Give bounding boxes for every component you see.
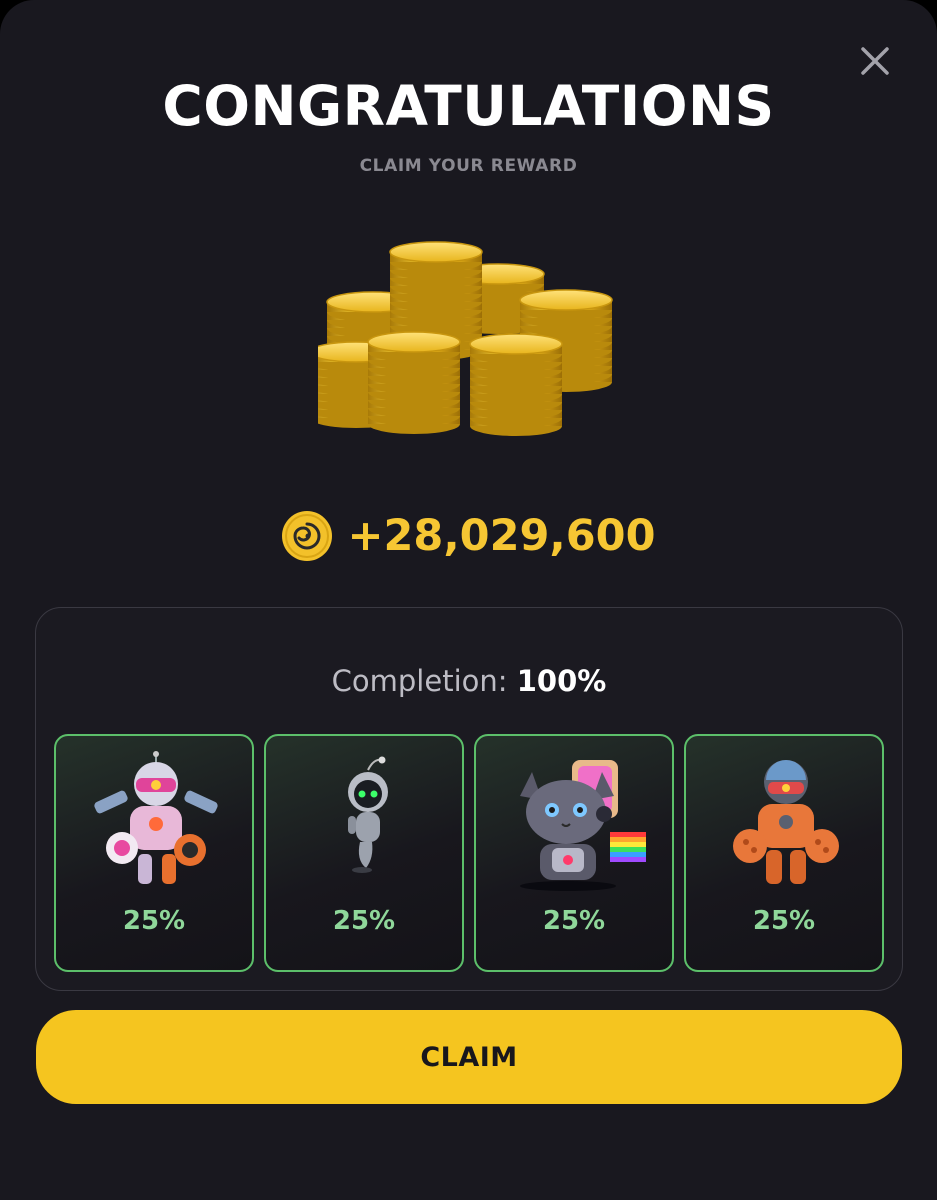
card-percent: 25%	[122, 906, 186, 936]
card-percent: 25%	[332, 906, 396, 936]
reward-amount: +28,029,600	[347, 511, 656, 561]
coin-swirl-icon	[282, 511, 333, 561]
close-button[interactable]	[858, 44, 892, 78]
modal-title: CONGRATULATIONS	[162, 74, 775, 138]
pink-mech-robot-icon	[94, 751, 218, 884]
small-floating-robot-icon	[348, 756, 388, 873]
card-pink-mech[interactable]: 25%	[54, 734, 254, 972]
card-percent: 25%	[542, 906, 606, 936]
claim-button[interactable]: CLAIM	[36, 1010, 902, 1104]
character-cards: 25% 25% 25% 25%	[54, 734, 884, 972]
card-small-robot[interactable]: 25%	[264, 734, 464, 972]
reward-modal: CONGRATULATIONS CLAIM YOUR REWARD +28,02…	[0, 0, 937, 1200]
completion-value: 100%	[516, 664, 607, 698]
card-cyber-cat[interactable]: 25%	[474, 734, 674, 972]
gold-coin-stack-icon	[318, 241, 613, 436]
reward-row: +28,029,600	[0, 510, 937, 562]
card-percent: 25%	[752, 906, 816, 936]
orange-mech-robot-icon	[733, 760, 839, 884]
completion-panel: Completion: 100% 25% 25% 25% 25%	[35, 607, 903, 991]
modal-subtitle: CLAIM YOUR REWARD	[359, 156, 578, 176]
completion-text: Completion: 100%	[36, 664, 902, 698]
card-orange-mech[interactable]: 25%	[684, 734, 884, 972]
close-icon	[861, 47, 889, 75]
completion-label: Completion:	[331, 664, 508, 698]
cyber-cat-icon	[520, 760, 646, 891]
